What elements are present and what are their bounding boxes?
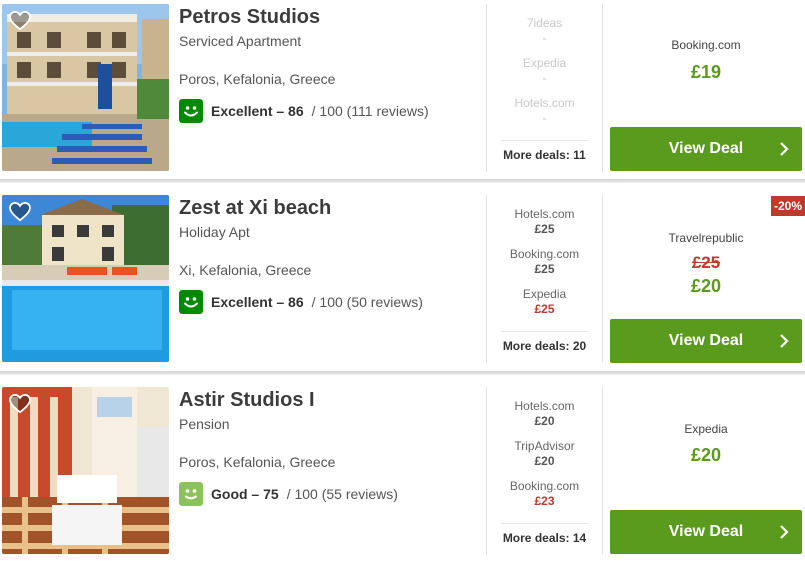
view-deal-label: View Deal (668, 332, 744, 349)
view-deal-button[interactable]: View Deal (610, 127, 802, 171)
deal-site: Hotels.com (514, 207, 575, 221)
card-divider (0, 179, 805, 183)
deal-item[interactable]: Hotels.com £25 (487, 207, 602, 237)
deal-price: £25 (534, 222, 555, 236)
accommodation-type: Serviced Apartment (179, 33, 302, 49)
deal-price: £20 (534, 454, 555, 468)
best-deal-site: Booking.com (671, 38, 741, 52)
deal-price: - (542, 31, 547, 45)
other-deals: Hotels.com £25 Booking.com £25 Expedia £… (486, 195, 603, 363)
chevron-right-icon (780, 525, 789, 539)
deal-site: Hotels.com (514, 96, 575, 110)
hotel-card: Petros Studios Serviced Apartment Poros,… (0, 0, 805, 181)
view-deal-button[interactable]: View Deal (610, 510, 802, 554)
rating: Excellent – 86 / 100 (50 reviews) (179, 289, 423, 315)
view-deal-label: View Deal (668, 523, 744, 540)
discount-badge: -20% (771, 196, 805, 216)
rating-details: / 100 (50 reviews) (311, 294, 423, 310)
deal-price: £25 (534, 262, 555, 276)
hotel-location: Poros, Kefalonia, Greece (179, 454, 336, 470)
deal-site: Expedia (522, 287, 567, 301)
accommodation-type: Pension (179, 416, 230, 432)
chevron-right-icon (780, 142, 789, 156)
deal-site: Booking.com (509, 479, 580, 493)
hotel-photo[interactable] (2, 195, 169, 362)
more-deals-link[interactable]: More deals: 20 (501, 331, 588, 353)
accommodation-type: Holiday Apt (179, 224, 250, 240)
card-divider (0, 371, 805, 375)
smiley-icon (179, 99, 203, 123)
deal-price: £25 (534, 302, 555, 316)
best-deal-price: £19 (690, 62, 722, 82)
deal-price: - (542, 111, 547, 125)
best-deal-price: £20 (690, 276, 722, 296)
rating-label: Excellent – 86 (211, 294, 304, 310)
deal-site: Hotels.com (514, 399, 575, 413)
deal-site: TripAdvisor (514, 439, 575, 453)
more-deals-link[interactable]: More deals: 14 (501, 523, 588, 545)
other-deals: 7ideas - Expedia - Hotels.com - More dea… (486, 4, 603, 172)
favorite-heart-icon[interactable] (9, 11, 31, 31)
hotel-location: Xi, Kefalonia, Greece (179, 262, 312, 278)
deal-item[interactable]: TripAdvisor £20 (487, 439, 602, 469)
rating-details: / 100 (55 reviews) (286, 486, 398, 502)
original-price: £25 (691, 253, 721, 272)
deal-price: - (542, 71, 547, 85)
hotel-name[interactable]: Zest at Xi beach (179, 197, 331, 220)
hotel-location: Poros, Kefalonia, Greece (179, 71, 336, 87)
deal-item[interactable]: Booking.com £25 (487, 247, 602, 277)
deal-item[interactable]: Hotels.com - (487, 96, 602, 126)
hotel-photo[interactable] (2, 387, 169, 554)
best-deal-site: Expedia (684, 422, 728, 436)
other-deals: Hotels.com £20 TripAdvisor £20 Booking.c… (486, 387, 603, 555)
rating-details: / 100 (111 reviews) (311, 103, 429, 119)
favorite-heart-icon[interactable] (9, 202, 31, 222)
deal-item[interactable]: Expedia - (487, 56, 602, 86)
deal-item[interactable]: 7ideas - (487, 16, 602, 46)
best-deal-site: Travelrepublic (668, 231, 744, 245)
rating: Good – 75 / 100 (55 reviews) (179, 481, 398, 507)
deal-item[interactable]: Expedia £25 (487, 287, 602, 317)
chevron-right-icon (780, 334, 789, 348)
rating-label: Excellent – 86 (211, 103, 304, 119)
view-deal-label: View Deal (668, 140, 744, 157)
hotel-card: Astir Studios I Pension Poros, Kefalonia… (0, 383, 805, 561)
deal-price: £23 (534, 494, 555, 508)
favorite-heart-icon[interactable] (9, 394, 31, 414)
best-deal-price: £20 (690, 445, 722, 465)
deal-site: Booking.com (509, 247, 580, 261)
smiley-icon (179, 290, 203, 314)
deal-price: £20 (534, 414, 555, 428)
smiley-icon (179, 482, 203, 506)
more-deals-link[interactable]: More deals: 11 (501, 140, 588, 162)
hotel-name[interactable]: Astir Studios I (179, 389, 315, 412)
deal-item[interactable]: Hotels.com £20 (487, 399, 602, 429)
hotel-name[interactable]: Petros Studios (179, 6, 320, 29)
deal-site: 7ideas (526, 16, 563, 30)
hotel-card: Zest at Xi beach Holiday Apt Xi, Kefalon… (0, 191, 805, 372)
rating: Excellent – 86 / 100 (111 reviews) (179, 98, 429, 124)
view-deal-button[interactable]: View Deal (610, 319, 802, 363)
deal-site: Expedia (522, 56, 567, 70)
rating-label: Good – 75 (211, 486, 279, 502)
deal-item[interactable]: Booking.com £23 (487, 479, 602, 509)
hotel-photo[interactable] (2, 4, 169, 171)
